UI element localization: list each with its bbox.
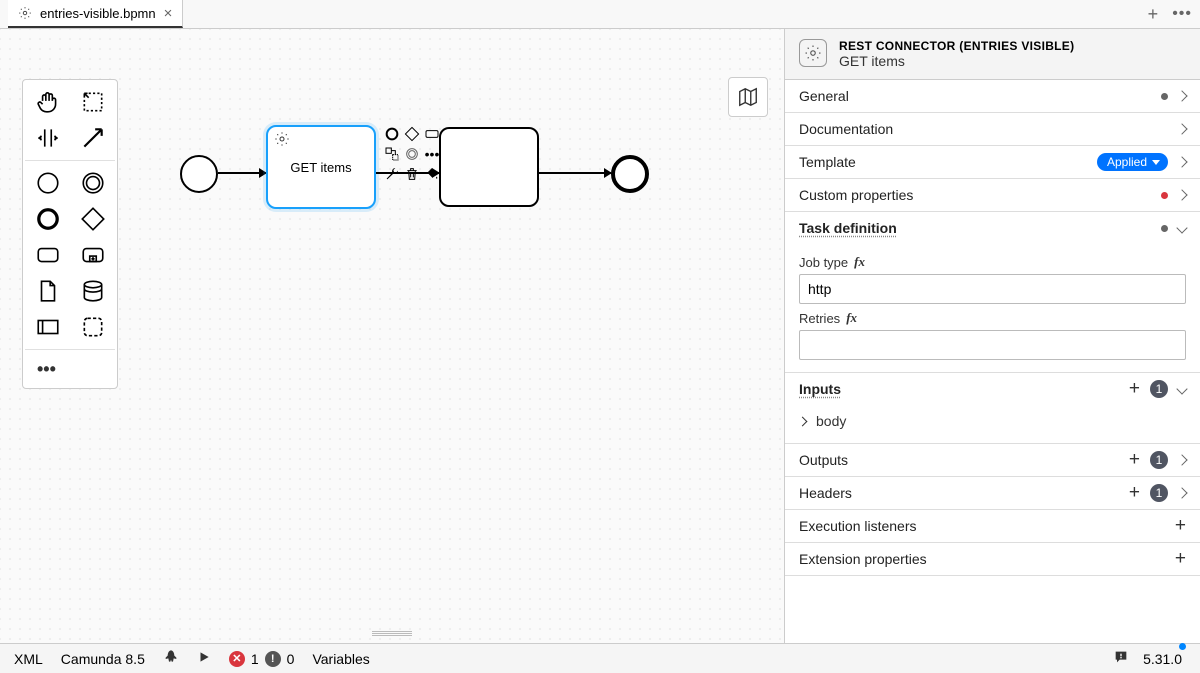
add-listener[interactable]: +	[1175, 515, 1186, 537]
tool-palette: •••	[22, 79, 118, 389]
lasso-tool[interactable]	[70, 84, 115, 120]
data-store-tool[interactable]	[70, 273, 115, 309]
group-custom-properties[interactable]: Custom properties	[785, 179, 1200, 211]
wrench-icon[interactable]	[383, 165, 401, 183]
group-headers[interactable]: Headers +1	[785, 477, 1200, 509]
close-icon[interactable]: ×	[164, 5, 173, 22]
add-header[interactable]: +	[1129, 482, 1140, 504]
gear-icon	[274, 131, 290, 147]
task[interactable]	[439, 127, 539, 207]
tab-active[interactable]: entries-visible.bpmn ×	[8, 0, 183, 28]
intermediate-event-tool[interactable]	[70, 165, 115, 201]
status-bar: XML Camunda 8.5 ✕1 !0 Variables 5.31.0	[0, 643, 1200, 673]
append-intermediate[interactable]	[403, 145, 421, 163]
space-tool[interactable]	[25, 120, 70, 156]
gear-icon	[18, 6, 32, 20]
feedback-icon[interactable]	[1113, 649, 1129, 668]
group-inputs[interactable]: Inputs +1	[785, 373, 1200, 405]
append-gateway[interactable]	[403, 125, 421, 143]
start-event-tool[interactable]	[25, 165, 70, 201]
group-task-definition[interactable]: Task definition	[785, 212, 1200, 244]
xml-toggle[interactable]: XML	[14, 651, 43, 667]
version-label[interactable]: 5.31.0	[1143, 651, 1186, 667]
group-template[interactable]: Template Applied	[785, 146, 1200, 178]
panel-resize-handle[interactable]	[362, 631, 422, 641]
tab-title: entries-visible.bpmn	[40, 6, 156, 21]
sequence-flow[interactable]	[218, 172, 266, 174]
run-icon[interactable]	[197, 650, 211, 667]
job-type-label: Job typefx	[799, 254, 1186, 270]
add-ext-prop[interactable]: +	[1175, 548, 1186, 570]
end-event-tool[interactable]	[25, 201, 70, 237]
data-object-tool[interactable]	[25, 273, 70, 309]
palette-more[interactable]: •••	[25, 354, 115, 384]
template-applied-badge[interactable]: Applied	[1097, 153, 1168, 171]
add-input[interactable]: +	[1129, 378, 1140, 400]
end-event[interactable]	[611, 155, 649, 193]
subprocess-tool[interactable]	[70, 237, 115, 273]
properties-header: REST CONNECTOR (ENTRIES VISIBLE) GET ite…	[785, 29, 1200, 80]
group-execution-listeners[interactable]: Execution listeners +	[785, 510, 1200, 542]
diagram-canvas[interactable]: ••• GET items •••	[0, 29, 784, 643]
sequence-flow[interactable]	[376, 172, 439, 174]
warning-icon: !	[265, 651, 281, 667]
problems-indicator[interactable]: ✕1 !0	[229, 651, 295, 667]
minimap-toggle[interactable]	[728, 77, 768, 117]
properties-panel: REST CONNECTOR (ENTRIES VISIBLE) GET ite…	[784, 29, 1200, 643]
variables-toggle[interactable]: Variables	[312, 651, 369, 667]
sequence-flow[interactable]	[539, 172, 611, 174]
group-general[interactable]: General	[785, 80, 1200, 112]
header-template-name: REST CONNECTOR (ENTRIES VISIBLE)	[839, 39, 1074, 53]
add-tab-icon[interactable]: +	[1148, 4, 1159, 25]
append-end-event[interactable]	[383, 125, 401, 143]
header-element-name: GET items	[839, 53, 1074, 69]
participant-tool[interactable]	[25, 309, 70, 345]
tab-bar: entries-visible.bpmn × + •••	[0, 0, 1200, 29]
gear-icon	[799, 39, 827, 67]
retries-input[interactable]	[799, 330, 1186, 360]
change-type[interactable]	[383, 145, 401, 163]
delete-icon[interactable]	[403, 165, 421, 183]
input-item[interactable]: body	[799, 409, 1186, 433]
group-documentation[interactable]: Documentation	[785, 113, 1200, 145]
more-icon[interactable]: •••	[1172, 5, 1192, 23]
group-tool[interactable]	[70, 309, 115, 345]
start-event[interactable]	[180, 155, 218, 193]
add-output[interactable]: +	[1129, 449, 1140, 471]
group-outputs[interactable]: Outputs +1	[785, 444, 1200, 476]
task-tool[interactable]	[25, 237, 70, 273]
job-type-input[interactable]	[799, 274, 1186, 304]
connect-tool[interactable]	[70, 120, 115, 156]
platform-label[interactable]: Camunda 8.5	[61, 651, 145, 667]
retries-label: Retriesfx	[799, 310, 1186, 326]
task-label: GET items	[290, 160, 351, 175]
hand-tool[interactable]	[25, 84, 70, 120]
service-task-selected[interactable]: GET items	[266, 125, 376, 209]
gateway-tool[interactable]	[70, 201, 115, 237]
deploy-icon[interactable]	[163, 649, 179, 668]
group-extension-properties[interactable]: Extension properties +	[785, 543, 1200, 575]
error-icon: ✕	[229, 651, 245, 667]
